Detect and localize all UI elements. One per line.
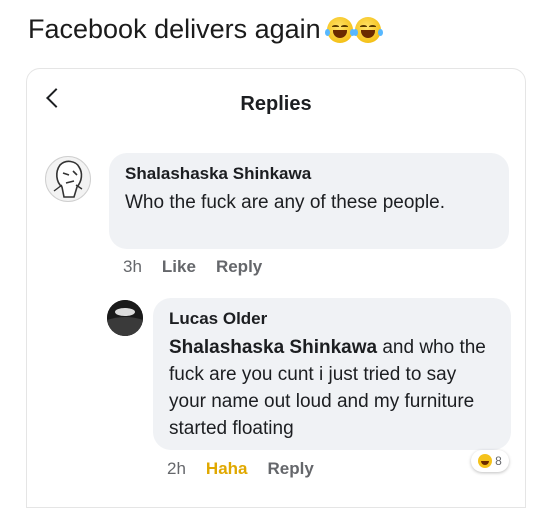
avatar[interactable]	[45, 156, 91, 202]
reaction-count-badge[interactable]: 8	[471, 450, 509, 472]
reaction-count: 8	[495, 454, 502, 468]
post-caption: Facebook delivers again	[28, 14, 383, 45]
comment-text: Shalashaska Shinkawa and who the fuck ar…	[169, 334, 495, 442]
laugh-emoji-icon	[324, 16, 355, 43]
avatar[interactable]	[107, 300, 143, 336]
comment-author[interactable]: Lucas Older	[169, 308, 495, 330]
like-button[interactable]: Like	[162, 257, 196, 277]
comment-bubble: Shalashaska Shinkawa Who the fuck are an…	[109, 153, 509, 249]
reply-button[interactable]: Reply	[216, 257, 262, 277]
comment-actions: 3h Like Reply	[123, 257, 262, 277]
haha-reaction-icon	[478, 454, 493, 468]
caption-text: Facebook delivers again	[28, 14, 321, 44]
haha-button[interactable]: Haha	[206, 459, 248, 479]
laugh-emoji-icon	[352, 16, 383, 43]
comment-text: Who the fuck are any of these people.	[125, 192, 446, 213]
reply-button[interactable]: Reply	[268, 459, 314, 479]
page-title: Replies	[240, 93, 312, 115]
replies-header: Replies	[27, 69, 525, 129]
emoji-pair	[324, 16, 383, 43]
comment-author[interactable]: Shalashaska Shinkawa	[125, 163, 493, 185]
replies-screen: Replies Shalashaska Shinkawa Who the fuc…	[26, 68, 526, 508]
comment-actions: 2h Haha Reply	[167, 459, 314, 479]
comment-time: 2h	[167, 459, 186, 478]
reply-bubble: Lucas Older Shalashaska Shinkawa and who…	[153, 298, 511, 450]
comment-time: 3h	[123, 257, 142, 276]
mention-link[interactable]: Shalashaska Shinkawa	[169, 337, 377, 358]
